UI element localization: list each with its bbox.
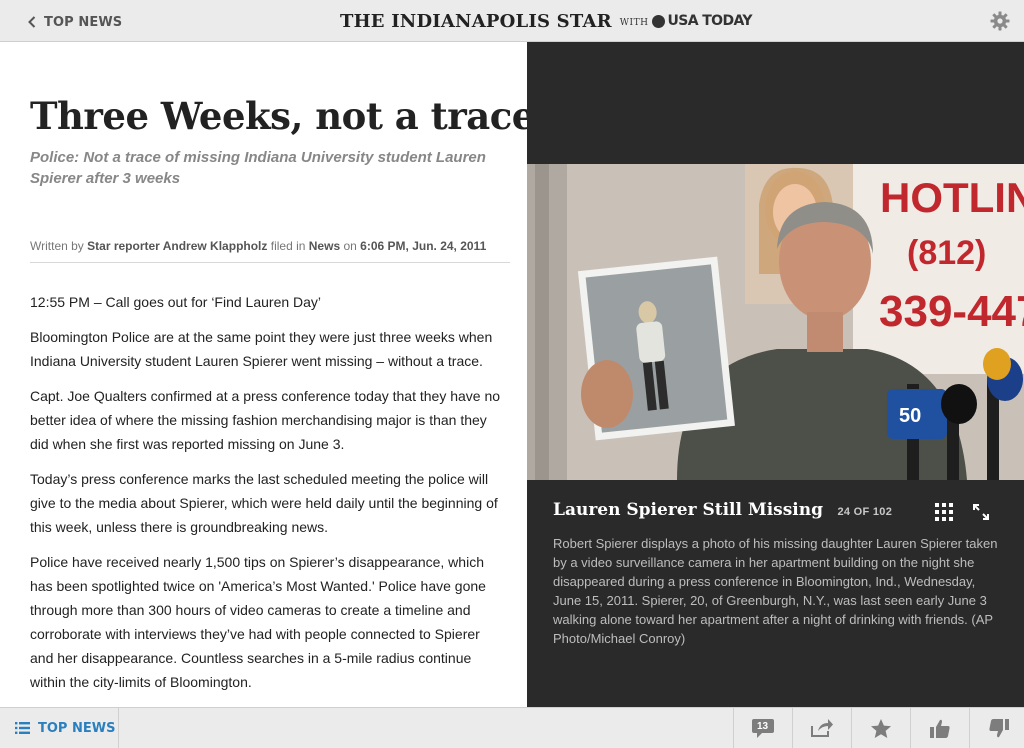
article-body: 12:55 PM – Call goes out for ‘Find Laure… — [30, 290, 505, 705]
gallery-count: 24 OF 102 — [837, 506, 893, 518]
back-button[interactable]: TOP NEWS — [28, 12, 122, 32]
brand-partner: USA TODAY — [667, 13, 752, 29]
chevron-left-icon — [28, 16, 36, 28]
article-paragraph: Today’s press conference marks the last … — [30, 471, 498, 535]
comment-count: 13 — [756, 721, 769, 732]
byline-filed-in: filed in — [270, 239, 306, 253]
caption-text: Robert Spierer displays a photo of his m… — [553, 536, 998, 646]
share-icon — [810, 719, 833, 737]
brand-with: WITH — [619, 17, 649, 28]
section-menu-label: TOP NEWS — [38, 720, 116, 736]
dislike-button[interactable] — [969, 708, 1024, 748]
top-bar: TOP NEWS THE INDIANAPOLIS STAR WITH USA … — [0, 0, 1024, 42]
article-deck: Police: Not a trace of missing Indiana U… — [30, 149, 486, 187]
article-paragraph: Bloomington Police are at the same point… — [30, 329, 493, 369]
article-paragraph: 12:55 PM – Call goes out for ‘Find Laure… — [30, 294, 322, 310]
favorite-button[interactable] — [851, 708, 909, 748]
poster-hotline-text: HOTLINE — [880, 174, 1024, 221]
list-icon — [15, 722, 30, 734]
article-byline: Written by Star reporter Andrew Klapphol… — [30, 239, 510, 263]
share-button[interactable] — [792, 708, 850, 748]
article-paragraph: Police have received nearly 1,500 tips o… — [30, 554, 486, 690]
mic-flag-text: 50 — [899, 405, 921, 427]
like-button[interactable] — [910, 708, 968, 748]
poster-area-code-text: (812) — [907, 234, 986, 272]
gallery-photo[interactable]: HOTLINE (812) 339-4477 — [527, 164, 1024, 480]
article-pane[interactable]: Three Weeks, not a trace. Police: Not a … — [0, 42, 527, 707]
bottom-toolbar: TOP NEWS 13 — [0, 707, 1024, 748]
back-label: TOP NEWS — [44, 14, 123, 30]
photo-gallery-pane[interactable]: HOTLINE (812) 339-4477 — [527, 42, 1024, 707]
brand-logo: THE INDIANAPOLIS STAR WITH USA TODAY — [340, 9, 753, 33]
photo-caption: Lauren Spierer Still Missing 24 OF 102 R… — [553, 500, 998, 648]
brand-paper: THE INDIANAPOLIS STAR — [340, 10, 612, 32]
gallery-title: Lauren Spierer Still Missing — [553, 500, 824, 520]
byline-section[interactable]: News — [309, 239, 340, 253]
article-headline: Three Weeks, not a trace. — [30, 94, 527, 138]
grid-icon[interactable] — [935, 503, 953, 521]
thumbs-down-icon — [988, 718, 1009, 737]
gear-icon[interactable] — [990, 11, 1010, 31]
expand-icon[interactable] — [972, 503, 990, 521]
byline-written-by: Written by — [30, 239, 84, 253]
star-icon — [870, 718, 891, 738]
comments-button[interactable]: 13 — [733, 708, 791, 748]
article-paragraph: Capt. Joe Qualters confirmed at a press … — [30, 388, 501, 452]
byline-datetime: 6:06 PM, Jun. 24, 2011 — [360, 239, 487, 253]
byline-author[interactable]: Star reporter Andrew Klappholz — [87, 239, 267, 253]
usa-today-dot-icon — [652, 14, 666, 28]
thumbs-up-icon — [929, 719, 950, 738]
poster-number-text: 339-4477 — [879, 287, 1024, 336]
press-conference-photo: HOTLINE (812) 339-4477 — [527, 164, 1024, 480]
section-menu-button[interactable]: TOP NEWS — [0, 708, 119, 748]
byline-on: on — [343, 239, 357, 253]
usa-today-logo: USA TODAY — [652, 13, 753, 29]
